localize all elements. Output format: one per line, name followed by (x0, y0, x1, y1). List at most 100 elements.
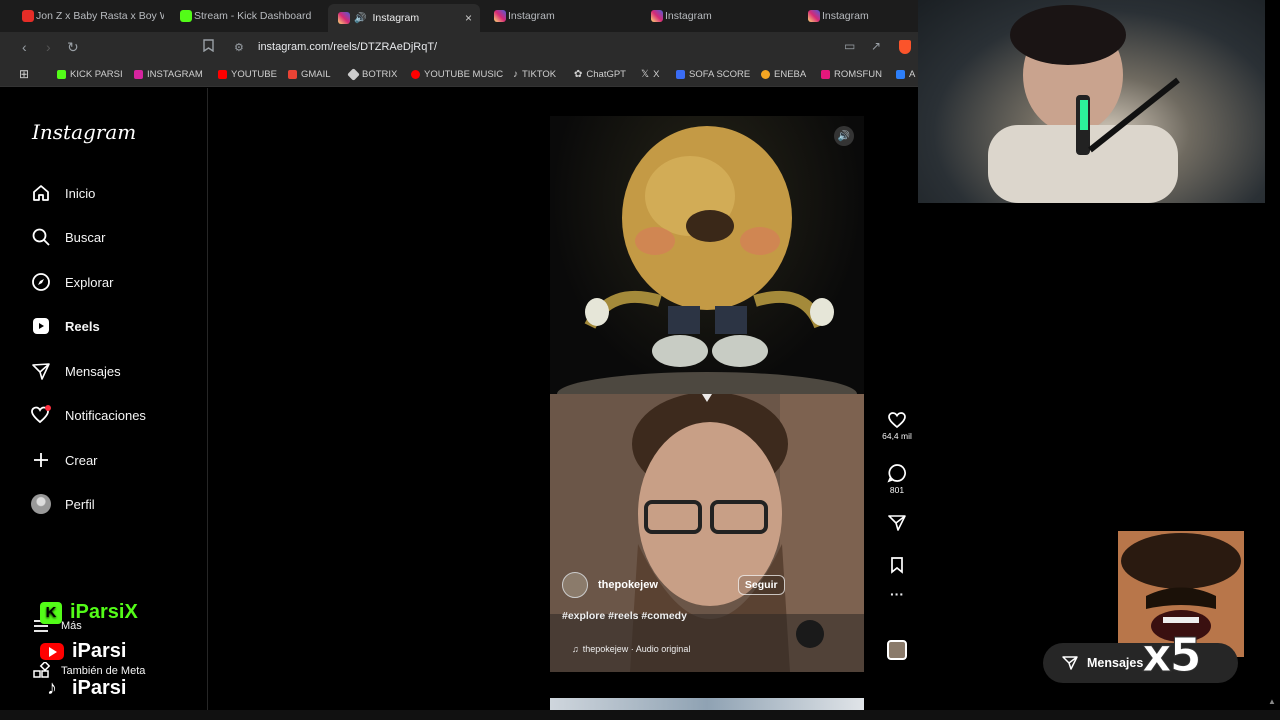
bookmark-youtube[interactable]: YOUTUBE (218, 69, 277, 80)
instagram-page: Instagram Inicio Buscar Explorar Reels M… (12, 88, 918, 720)
youtube-icon (22, 10, 34, 22)
apps-grid-icon[interactable]: ⊞ (19, 67, 29, 81)
heart-icon (888, 412, 906, 429)
tab-instagram-active[interactable]: 🔊 Instagram × (328, 4, 480, 32)
youtube-icon (40, 643, 64, 660)
kick-handle: K iParsiX (40, 601, 138, 624)
bookmark-chatgpt[interactable]: ✿ ChatGPT (574, 69, 626, 80)
cast-icon[interactable]: ▭ (844, 39, 855, 53)
tab-youtube[interactable]: Jon Z x Baby Rasta x Boy W... (14, 4, 164, 28)
bookmark-a-icon (896, 70, 905, 79)
bookmark-kick-parsi[interactable]: KICK PARSI (57, 69, 123, 80)
audio-thumbnail[interactable] (880, 640, 914, 660)
sidebar-item-explorar[interactable]: Explorar (30, 267, 113, 297)
reel-video-previous[interactable]: 🔊 (550, 116, 864, 394)
bookmark-gmail[interactable]: GMAIL (288, 69, 331, 80)
instagram-logo[interactable]: Instagram (32, 120, 136, 144)
sidebar-item-reels[interactable]: Reels (30, 311, 100, 341)
follow-button[interactable]: Seguir (737, 575, 785, 595)
gmail-icon (288, 70, 297, 79)
brave-shield-icon[interactable] (899, 40, 911, 54)
sidebar-item-crear[interactable]: Crear (30, 445, 98, 475)
instagram-icon (651, 10, 663, 22)
search-icon (30, 226, 52, 248)
sound-toggle-button[interactable]: 🔊 (834, 126, 854, 146)
sidebar-item-buscar[interactable]: Buscar (30, 222, 105, 252)
bookmark-youtube-music[interactable]: YOUTUBE MUSIC (411, 69, 503, 80)
instagram-icon (338, 12, 350, 24)
tiktok-icon: ♪ (513, 69, 518, 80)
save-button[interactable] (880, 556, 914, 574)
kick-icon (57, 70, 66, 79)
close-tab-icon[interactable]: × (465, 11, 472, 25)
compass-icon (30, 271, 52, 293)
bookmark-instagram[interactable]: INSTAGRAM (134, 69, 203, 80)
streamer-webcam (918, 0, 1265, 203)
music-note-icon: ♫ (572, 644, 579, 654)
kick-icon: K (40, 601, 62, 624)
reel-hashtags[interactable]: #explore #reels #comedy (562, 610, 687, 622)
instagram-sidebar: Instagram Inicio Buscar Explorar Reels M… (12, 88, 208, 720)
x-icon: 𝕏 (641, 69, 650, 80)
tiktok-handle: ♪ iParsi (40, 677, 126, 700)
tab-instagram[interactable]: Instagram (800, 4, 918, 28)
sidebar-item-notificaciones[interactable]: Notificaciones (30, 400, 146, 430)
site-info-icon[interactable]: ⚙ (234, 41, 244, 54)
sidebar-item-perfil[interactable]: Perfil (30, 489, 95, 519)
home-icon (30, 182, 52, 204)
reel-audio[interactable]: ♫ thepokejew · Audio original (572, 644, 690, 654)
reload-icon[interactable]: ↻ (67, 39, 79, 56)
bookmark-romsfun[interactable]: ROMSFUN (821, 69, 882, 80)
kick-icon (180, 10, 192, 22)
sofascore-icon (676, 70, 685, 79)
sidebar-item-mensajes[interactable]: Mensajes (30, 356, 121, 386)
messages-floating-button[interactable]: Mensajes (1043, 643, 1238, 683)
multiplier-overlay: x5 (1142, 628, 1203, 683)
share-icon[interactable]: ↗ (871, 39, 881, 53)
address-bar[interactable]: instagram.com/reels/DTZRAeDjRqT/ (258, 41, 437, 53)
reel-video-frame (550, 394, 864, 672)
share-button[interactable] (880, 514, 914, 532)
tab-instagram[interactable]: Instagram (486, 4, 636, 28)
bookmark-a[interactable]: A (896, 69, 915, 80)
comment-icon (887, 464, 906, 483)
bookmark-icon[interactable] (203, 39, 214, 55)
bookmark-x[interactable]: 𝕏X (641, 69, 659, 80)
eneba-icon (761, 70, 770, 79)
bookmark-eneba[interactable]: ENEBA (761, 69, 806, 80)
bookmark-icon (891, 557, 903, 574)
plus-icon (30, 449, 52, 471)
orange-character-video-frame (557, 126, 857, 394)
scroll-arrow-icon[interactable]: ▲ (1268, 697, 1276, 706)
tiktok-icon: ♪ (47, 677, 57, 699)
bookmark-botrix[interactable]: BOTRIX (347, 68, 397, 81)
author-username[interactable]: thepokejew (598, 579, 658, 591)
heart-icon (30, 404, 52, 426)
tab-kick-dashboard[interactable]: Stream - Kick Dashboard (172, 4, 322, 28)
browser-toolbar: ‹ › ↻ ⚙ instagram.com/reels/DTZRAeDjRqT/… (0, 32, 918, 63)
reel-video-current[interactable]: thepokejew Seguir #explore #reels #comed… (550, 394, 864, 672)
forward-icon[interactable]: › (46, 39, 51, 55)
like-button[interactable]: 64,4 mil (880, 411, 914, 441)
speaker-icon: 🔊 (837, 130, 851, 142)
messenger-icon (1062, 656, 1078, 670)
instagram-icon (494, 10, 506, 22)
more-options-icon[interactable]: ··· (880, 586, 914, 602)
tab-instagram[interactable]: Instagram (643, 4, 793, 28)
back-icon[interactable]: ‹ (22, 39, 27, 55)
chatgpt-icon: ✿ (574, 69, 583, 80)
bookmark-tiktok[interactable]: ♪ TIKTOK (513, 69, 556, 80)
sidebar-item-inicio[interactable]: Inicio (30, 178, 95, 208)
send-icon (888, 515, 906, 531)
bookmark-sofa-score[interactable]: SOFA SCORE (676, 69, 750, 80)
youtube-handle: iParsi (40, 640, 126, 663)
youtube-music-icon (411, 70, 420, 79)
comment-button[interactable]: 801 (880, 463, 914, 495)
instagram-icon (134, 70, 143, 79)
comment-count: 801 (889, 485, 905, 495)
romsfun-icon (821, 70, 830, 79)
instagram-icon (808, 10, 820, 22)
bookmarks-bar: ⊞ KICK PARSI INSTAGRAM YOUTUBE GMAIL BOT… (0, 63, 918, 87)
speaker-icon: 🔊 (354, 12, 367, 24)
author-avatar[interactable] (562, 572, 588, 598)
